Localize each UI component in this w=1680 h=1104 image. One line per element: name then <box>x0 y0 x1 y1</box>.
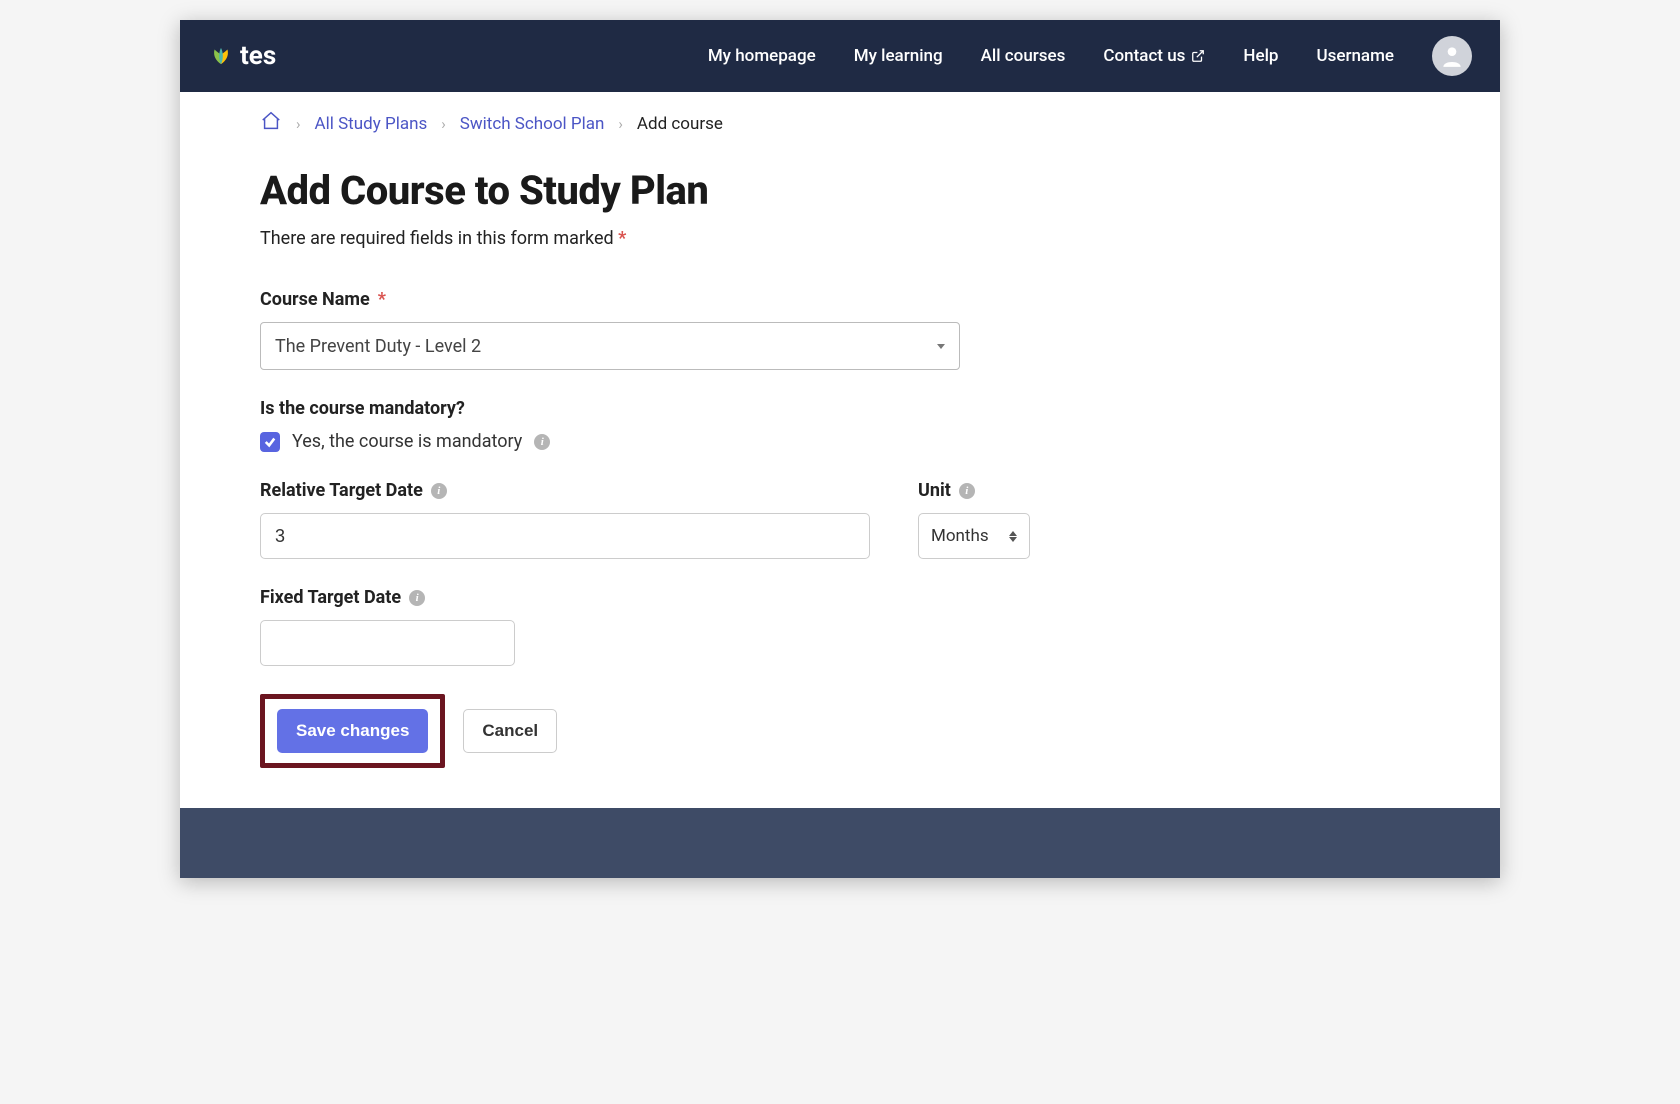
unit-group: Unit i Months <box>918 480 1030 559</box>
sort-arrows-icon <box>1009 531 1017 542</box>
main-nav: My homepage My learning All courses Cont… <box>708 36 1472 76</box>
save-button[interactable]: Save changes <box>277 709 428 753</box>
fixed-date-label: Fixed Target Date i <box>260 587 1420 608</box>
course-name-select[interactable]: The Prevent Duty - Level 2 <box>260 322 960 370</box>
header-bar: tes My homepage My learning All courses … <box>180 20 1500 92</box>
info-icon[interactable]: i <box>431 483 447 499</box>
app-window: tes My homepage My learning All courses … <box>180 20 1500 878</box>
fixed-date-group: Fixed Target Date i <box>260 587 1420 666</box>
avatar[interactable] <box>1432 36 1472 76</box>
info-icon[interactable]: i <box>534 434 550 450</box>
chevron-right-icon: › <box>296 115 301 133</box>
nav-learning[interactable]: My learning <box>854 46 943 66</box>
breadcrumb-home[interactable] <box>260 110 282 137</box>
fixed-date-input[interactable] <box>260 620 515 666</box>
relative-date-group: Relative Target Date i <box>260 480 870 559</box>
caret-down-icon <box>937 344 945 349</box>
logo-icon <box>208 43 234 69</box>
home-icon <box>260 110 282 132</box>
course-name-group: Course Name* The Prevent Duty - Level 2 <box>260 289 1420 370</box>
required-note: There are required fields in this form m… <box>260 228 1420 249</box>
course-name-label: Course Name* <box>260 289 1420 310</box>
button-row: Save changes Cancel <box>260 694 1420 768</box>
unit-select[interactable]: Months <box>918 513 1030 559</box>
save-highlight: Save changes <box>260 694 445 768</box>
nav-contact[interactable]: Contact us <box>1103 46 1205 66</box>
mandatory-group: Is the course mandatory? Yes, the course… <box>260 398 1420 452</box>
relative-date-label: Relative Target Date i <box>260 480 870 501</box>
mandatory-checkbox-row: Yes, the course is mandatory i <box>260 431 1420 452</box>
page-title: Add Course to Study Plan <box>260 167 1420 214</box>
main-content: Add Course to Study Plan There are requi… <box>180 147 1500 808</box>
logo-text: tes <box>240 41 276 71</box>
info-icon[interactable]: i <box>409 590 425 606</box>
checkmark-icon <box>264 436 276 448</box>
date-unit-row: Relative Target Date i Unit i Months <box>260 480 1420 587</box>
unit-label: Unit i <box>918 480 1030 501</box>
user-icon <box>1439 43 1465 69</box>
logo[interactable]: tes <box>208 41 276 71</box>
external-link-icon <box>1191 49 1205 63</box>
relative-date-input[interactable] <box>260 513 870 559</box>
chevron-right-icon: › <box>441 115 446 133</box>
chevron-right-icon: › <box>618 115 623 133</box>
mandatory-checkbox-label: Yes, the course is mandatory <box>292 431 522 452</box>
cancel-button[interactable]: Cancel <box>463 709 557 753</box>
nav-homepage[interactable]: My homepage <box>708 46 816 66</box>
mandatory-checkbox[interactable] <box>260 432 280 452</box>
breadcrumb-switch-plan[interactable]: Switch School Plan <box>460 114 605 134</box>
footer-bar <box>180 808 1500 878</box>
breadcrumb: › All Study Plans › Switch School Plan ›… <box>180 92 1500 147</box>
nav-username[interactable]: Username <box>1316 46 1394 66</box>
breadcrumb-current: Add course <box>637 114 723 134</box>
mandatory-label: Is the course mandatory? <box>260 398 1420 419</box>
breadcrumb-all-plans[interactable]: All Study Plans <box>315 114 428 134</box>
nav-help[interactable]: Help <box>1243 46 1278 66</box>
nav-courses[interactable]: All courses <box>981 46 1066 66</box>
info-icon[interactable]: i <box>959 483 975 499</box>
